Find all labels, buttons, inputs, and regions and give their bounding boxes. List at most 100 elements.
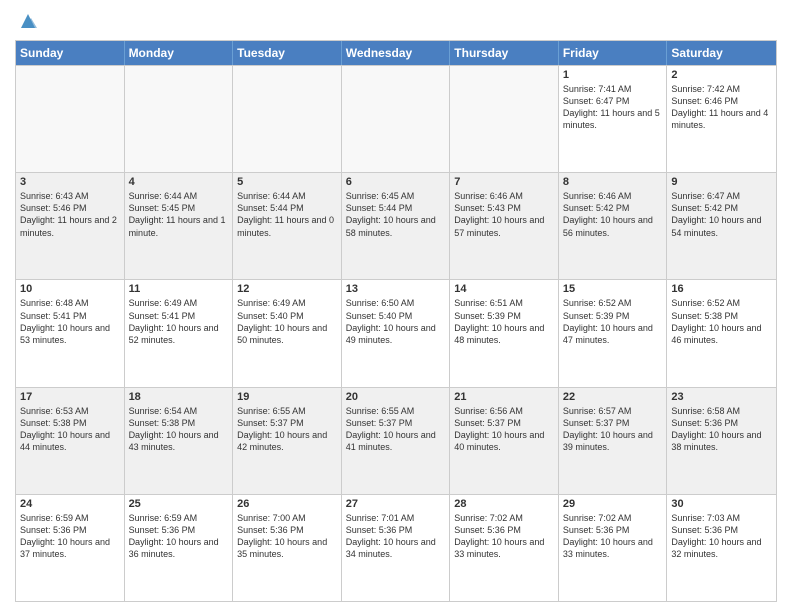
day-number: 11 [129, 283, 229, 295]
day-number: 12 [237, 283, 337, 295]
day-number: 4 [129, 176, 229, 188]
cell-text: Sunrise: 6:43 AM Sunset: 5:46 PM Dayligh… [20, 190, 120, 239]
cell-text: Sunrise: 6:50 AM Sunset: 5:40 PM Dayligh… [346, 297, 446, 346]
calendar-cell: 11 Sunrise: 6:49 AM Sunset: 5:41 PM Dayli… [125, 280, 234, 386]
calendar: SundayMondayTuesdayWednesdayThursdayFrid… [15, 40, 777, 602]
calendar-cell [450, 66, 559, 172]
cell-text: Sunrise: 6:55 AM Sunset: 5:37 PM Dayligh… [346, 405, 446, 454]
cell-text: Sunrise: 6:58 AM Sunset: 5:36 PM Dayligh… [671, 405, 772, 454]
cell-text: Sunrise: 6:52 AM Sunset: 5:39 PM Dayligh… [563, 297, 663, 346]
calendar-cell: 30 Sunrise: 7:03 AM Sunset: 5:36 PM Dayli… [667, 495, 776, 601]
cell-text: Sunrise: 7:02 AM Sunset: 5:36 PM Dayligh… [563, 512, 663, 561]
cell-text: Sunrise: 7:03 AM Sunset: 5:36 PM Dayligh… [671, 512, 772, 561]
day-number: 9 [671, 176, 772, 188]
calendar-row: 10 Sunrise: 6:48 AM Sunset: 5:41 PM Dayli… [16, 279, 776, 386]
day-number: 29 [563, 498, 663, 510]
calendar-cell: 16Sunrise: 6:52 AM Sunset: 5:38 PM Dayli… [667, 280, 776, 386]
day-number: 22 [563, 391, 663, 403]
cell-text: Sunrise: 6:54 AM Sunset: 5:38 PM Dayligh… [129, 405, 229, 454]
calendar-cell [342, 66, 451, 172]
calendar-cell: 19 Sunrise: 6:55 AM Sunset: 5:37 PM Dayli… [233, 388, 342, 494]
calendar-cell: 5Sunrise: 6:44 AM Sunset: 5:44 PM Daylig… [233, 173, 342, 279]
header-day: Friday [559, 41, 668, 65]
calendar-row: 24 Sunrise: 6:59 AM Sunset: 5:36 PM Dayli… [16, 494, 776, 601]
cell-text: Sunrise: 7:42 AM Sunset: 6:46 PM Dayligh… [671, 83, 772, 132]
cell-text: Sunrise: 6:56 AM Sunset: 5:37 PM Dayligh… [454, 405, 554, 454]
calendar-cell: 12 Sunrise: 6:49 AM Sunset: 5:40 PM Dayli… [233, 280, 342, 386]
calendar-cell: 20 Sunrise: 6:55 AM Sunset: 5:37 PM Dayli… [342, 388, 451, 494]
cell-text: Sunrise: 6:55 AM Sunset: 5:37 PM Dayligh… [237, 405, 337, 454]
day-number: 10 [20, 283, 120, 295]
calendar-cell: 29 Sunrise: 7:02 AM Sunset: 5:36 PM Dayli… [559, 495, 668, 601]
header-day: Saturday [667, 41, 776, 65]
calendar-cell: 24 Sunrise: 6:59 AM Sunset: 5:36 PM Dayli… [16, 495, 125, 601]
cell-text: Sunrise: 7:02 AM Sunset: 5:36 PM Dayligh… [454, 512, 554, 561]
calendar-cell: 8 Sunrise: 6:46 AM Sunset: 5:42 PM Daylig… [559, 173, 668, 279]
day-number: 30 [671, 498, 772, 510]
cell-text: Sunrise: 6:51 AM Sunset: 5:39 PM Dayligh… [454, 297, 554, 346]
header-day: Monday [125, 41, 234, 65]
calendar-cell: 17Sunrise: 6:53 AM Sunset: 5:38 PM Dayli… [16, 388, 125, 494]
cell-text: Sunrise: 6:48 AM Sunset: 5:41 PM Dayligh… [20, 297, 120, 346]
day-number: 25 [129, 498, 229, 510]
cell-text: Sunrise: 6:45 AM Sunset: 5:44 PM Dayligh… [346, 190, 446, 239]
calendar-cell: 1 Sunrise: 7:41 AM Sunset: 6:47 PM Daylig… [559, 66, 668, 172]
day-number: 13 [346, 283, 446, 295]
day-number: 8 [563, 176, 663, 188]
calendar-cell: 13 Sunrise: 6:50 AM Sunset: 5:40 PM Dayli… [342, 280, 451, 386]
day-number: 17 [20, 391, 120, 403]
day-number: 20 [346, 391, 446, 403]
day-number: 19 [237, 391, 337, 403]
day-number: 27 [346, 498, 446, 510]
calendar-cell [125, 66, 234, 172]
calendar-cell: 21 Sunrise: 6:56 AM Sunset: 5:37 PM Dayli… [450, 388, 559, 494]
cell-text: Sunrise: 7:41 AM Sunset: 6:47 PM Dayligh… [563, 83, 663, 132]
calendar-cell: 18 Sunrise: 6:54 AM Sunset: 5:38 PM Dayli… [125, 388, 234, 494]
calendar-cell: 6 Sunrise: 6:45 AM Sunset: 5:44 PM Daylig… [342, 173, 451, 279]
calendar-cell: 10 Sunrise: 6:48 AM Sunset: 5:41 PM Dayli… [16, 280, 125, 386]
cell-text: Sunrise: 6:47 AM Sunset: 5:42 PM Dayligh… [671, 190, 772, 239]
calendar-cell: 9 Sunrise: 6:47 AM Sunset: 5:42 PM Daylig… [667, 173, 776, 279]
calendar-cell [16, 66, 125, 172]
day-number: 5 [237, 176, 337, 188]
calendar-cell: 28 Sunrise: 7:02 AM Sunset: 5:36 PM Dayli… [450, 495, 559, 601]
cell-text: Sunrise: 6:49 AM Sunset: 5:40 PM Dayligh… [237, 297, 337, 346]
day-number: 28 [454, 498, 554, 510]
calendar-cell: 27Sunrise: 7:01 AM Sunset: 5:36 PM Dayli… [342, 495, 451, 601]
day-number: 14 [454, 283, 554, 295]
logo [15, 15, 39, 32]
header-day: Wednesday [342, 41, 451, 65]
cell-text: Sunrise: 6:59 AM Sunset: 5:36 PM Dayligh… [20, 512, 120, 561]
header-day: Thursday [450, 41, 559, 65]
calendar-cell: 22 Sunrise: 6:57 AM Sunset: 5:37 PM Dayli… [559, 388, 668, 494]
calendar-cell: 15 Sunrise: 6:52 AM Sunset: 5:39 PM Dayli… [559, 280, 668, 386]
day-number: 16 [671, 283, 772, 295]
calendar-row: 3 Sunrise: 6:43 AM Sunset: 5:46 PM Daylig… [16, 172, 776, 279]
day-number: 1 [563, 69, 663, 81]
header [15, 10, 777, 32]
day-number: 2 [671, 69, 772, 81]
header-day: Tuesday [233, 41, 342, 65]
calendar-row: 1 Sunrise: 7:41 AM Sunset: 6:47 PM Daylig… [16, 65, 776, 172]
day-number: 6 [346, 176, 446, 188]
day-number: 23 [671, 391, 772, 403]
calendar-header: SundayMondayTuesdayWednesdayThursdayFrid… [16, 41, 776, 65]
cell-text: Sunrise: 6:49 AM Sunset: 5:41 PM Dayligh… [129, 297, 229, 346]
header-day: Sunday [16, 41, 125, 65]
cell-text: Sunrise: 6:57 AM Sunset: 5:37 PM Dayligh… [563, 405, 663, 454]
calendar-cell: 7Sunrise: 6:46 AM Sunset: 5:43 PM Daylig… [450, 173, 559, 279]
day-number: 18 [129, 391, 229, 403]
cell-text: Sunrise: 6:46 AM Sunset: 5:42 PM Dayligh… [563, 190, 663, 239]
calendar-body: 1 Sunrise: 7:41 AM Sunset: 6:47 PM Daylig… [16, 65, 776, 601]
cell-text: Sunrise: 6:59 AM Sunset: 5:36 PM Dayligh… [129, 512, 229, 561]
calendar-cell: 23 Sunrise: 6:58 AM Sunset: 5:36 PM Dayli… [667, 388, 776, 494]
day-number: 24 [20, 498, 120, 510]
calendar-cell: 25 Sunrise: 6:59 AM Sunset: 5:36 PM Dayli… [125, 495, 234, 601]
day-number: 3 [20, 176, 120, 188]
day-number: 15 [563, 283, 663, 295]
calendar-cell: 14 Sunrise: 6:51 AM Sunset: 5:39 PM Dayli… [450, 280, 559, 386]
day-number: 21 [454, 391, 554, 403]
calendar-row: 17Sunrise: 6:53 AM Sunset: 5:38 PM Dayli… [16, 387, 776, 494]
cell-text: Sunrise: 7:00 AM Sunset: 5:36 PM Dayligh… [237, 512, 337, 561]
calendar-cell: 4Sunrise: 6:44 AM Sunset: 5:45 PM Daylig… [125, 173, 234, 279]
